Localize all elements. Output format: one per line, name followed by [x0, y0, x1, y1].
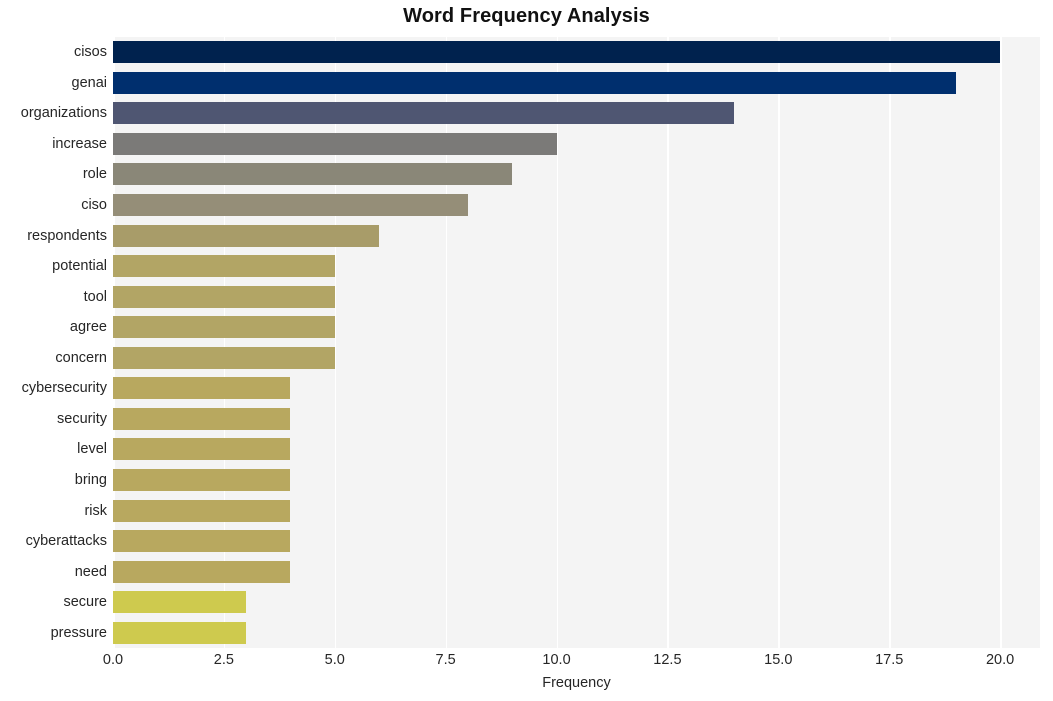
y-axis-tick-label: pressure	[50, 624, 107, 641]
gridline-vertical	[889, 37, 891, 648]
bar	[113, 285, 335, 308]
y-axis-tick-label: risk	[84, 502, 107, 519]
y-axis-tick-label: organizations	[20, 105, 107, 122]
bar	[113, 407, 291, 430]
bar	[113, 621, 247, 644]
gridline-vertical	[334, 37, 337, 648]
bar	[113, 255, 335, 278]
gridline-vertical	[556, 37, 559, 648]
bar	[113, 102, 734, 125]
y-axis-tick-label: role	[82, 166, 107, 183]
bar	[113, 346, 335, 369]
y-axis-tick-label: potential	[52, 258, 107, 275]
x-axis-tick-label: 7.5	[435, 652, 456, 668]
bar	[113, 438, 291, 461]
x-axis-tick-label: 5.0	[324, 652, 345, 668]
x-axis-tick-label: 17.5	[875, 652, 904, 668]
bar	[113, 560, 291, 583]
x-axis-tick-label: 10.0	[542, 652, 571, 668]
x-axis-label: Frequency	[542, 675, 611, 691]
bar	[113, 499, 291, 522]
bar	[113, 530, 291, 553]
y-axis-tick-label: agree	[69, 319, 107, 336]
bar	[113, 71, 956, 94]
y-axis-tick-label: respondents	[27, 227, 107, 244]
x-axis-tick-label: 20.0	[985, 652, 1015, 668]
y-axis-tick-label: bring	[74, 471, 107, 488]
x-axis-tick-labels: 0.0 2.5 5.0 7.5 10.0 12.5 15.0 17.5 20.0	[103, 652, 1040, 674]
gridline-vertical	[778, 37, 780, 648]
gridline-vertical	[223, 37, 226, 648]
bar	[113, 132, 557, 155]
y-axis-tick-label: cybersecurity	[21, 380, 107, 397]
y-axis-tick-label: cyberattacks	[25, 533, 107, 550]
bar	[113, 224, 380, 247]
y-axis-tick-label: cisos	[73, 44, 107, 61]
y-axis-tick-label: concern	[55, 349, 107, 366]
chart-title: Word Frequency Analysis	[403, 5, 650, 27]
y-axis-tick-label: genai	[71, 74, 107, 91]
x-axis-tick-label: 2.5	[213, 652, 234, 668]
y-axis-tick-label: security	[57, 410, 107, 427]
gridline-vertical	[667, 37, 670, 648]
bar	[113, 377, 291, 400]
bar	[113, 194, 468, 217]
gridline-vertical	[1000, 37, 1002, 648]
chart-figure: Word Frequency Analysis cisos genai organi…	[0, 0, 1053, 701]
bar	[113, 316, 335, 339]
plot-area	[113, 37, 1040, 648]
bar	[113, 468, 291, 491]
gridline-vertical	[113, 37, 115, 648]
x-axis-tick-label: 15.0	[764, 652, 793, 668]
gridline-vertical	[445, 37, 448, 648]
bar	[113, 41, 1001, 64]
x-axis-tick-label: 0.0	[102, 652, 124, 668]
y-axis-tick-label: ciso	[81, 197, 107, 214]
y-axis-tick-label: increase	[52, 135, 107, 152]
bar	[113, 591, 247, 614]
y-axis-tick-labels: cisos genai organizations increase role ciso r…	[0, 37, 107, 648]
y-axis-tick-label: level	[77, 441, 107, 458]
y-axis-tick-label: need	[74, 563, 107, 580]
y-axis-tick-label: secure	[63, 594, 107, 611]
y-axis-tick-label: tool	[83, 288, 107, 305]
bar	[113, 163, 513, 186]
x-axis-tick-label: 12.5	[653, 652, 682, 668]
